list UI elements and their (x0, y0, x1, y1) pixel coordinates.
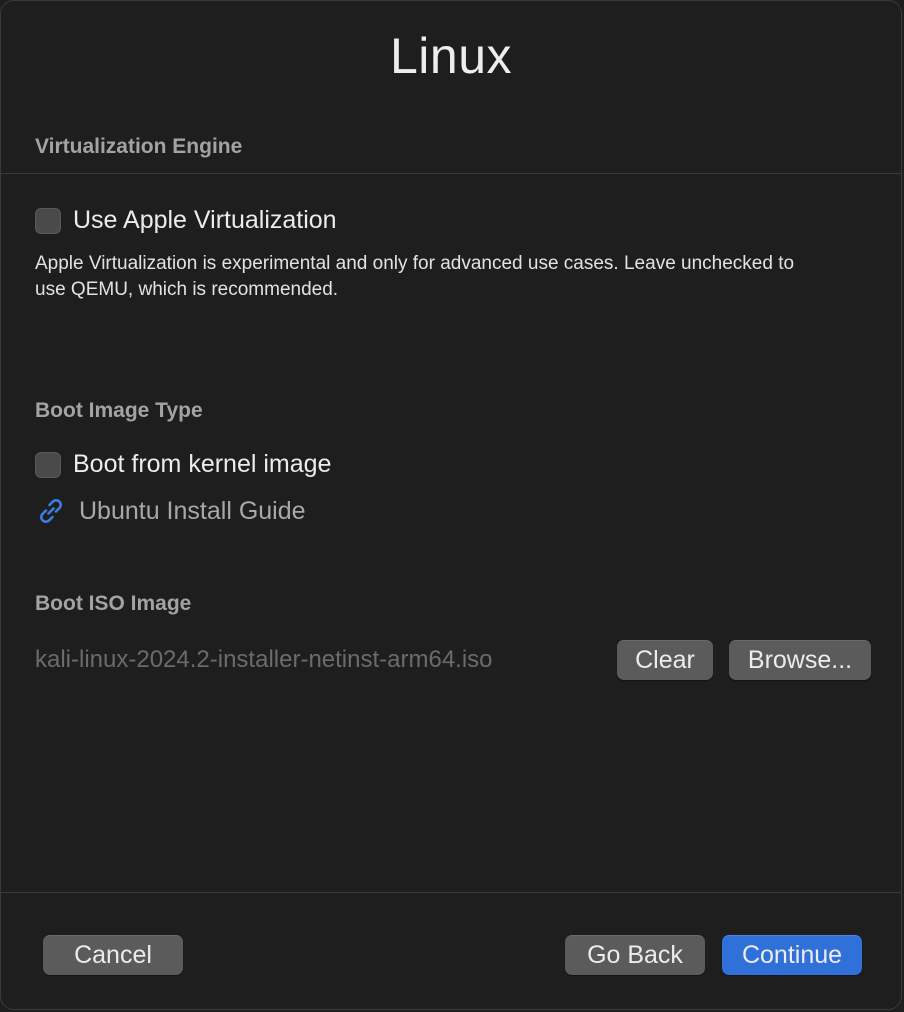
footer-divider (1, 892, 901, 893)
boot-from-kernel-label[interactable]: Boot from kernel image (73, 450, 331, 479)
use-apple-virtualization-checkbox[interactable] (35, 207, 61, 234)
linux-setup-dialog: Linux Virtualization Engine Use Apple Vi… (0, 0, 902, 1010)
header-divider (1, 173, 901, 174)
clear-button[interactable]: Clear (617, 640, 713, 680)
ubuntu-install-guide-label[interactable]: Ubuntu Install Guide (79, 497, 306, 526)
virtualization-description: Apple Virtualization is experimental and… (35, 253, 795, 300)
boot-iso-image-header: Boot ISO Image (35, 592, 192, 615)
boot-from-kernel-option[interactable]: Boot from kernel image (35, 450, 331, 479)
boot-from-kernel-checkbox[interactable] (35, 451, 61, 478)
go-back-button[interactable]: Go Back (565, 935, 705, 975)
cancel-button[interactable]: Cancel (43, 935, 183, 975)
use-apple-virtualization-label[interactable]: Use Apple Virtualization (73, 206, 337, 235)
boot-image-type-header: Boot Image Type (35, 399, 203, 422)
continue-button[interactable]: Continue (722, 935, 862, 975)
virtualization-engine-header: Virtualization Engine (35, 135, 243, 158)
browse-button[interactable]: Browse... (729, 640, 871, 680)
boot-iso-path: kali-linux-2024.2-installer-netinst-arm6… (35, 646, 493, 673)
dialog-title: Linux (389, 28, 513, 84)
use-apple-virtualization-option[interactable]: Use Apple Virtualization (35, 206, 337, 235)
link-icon[interactable] (35, 495, 67, 527)
ubuntu-install-guide-link[interactable]: Ubuntu Install Guide (35, 495, 306, 527)
